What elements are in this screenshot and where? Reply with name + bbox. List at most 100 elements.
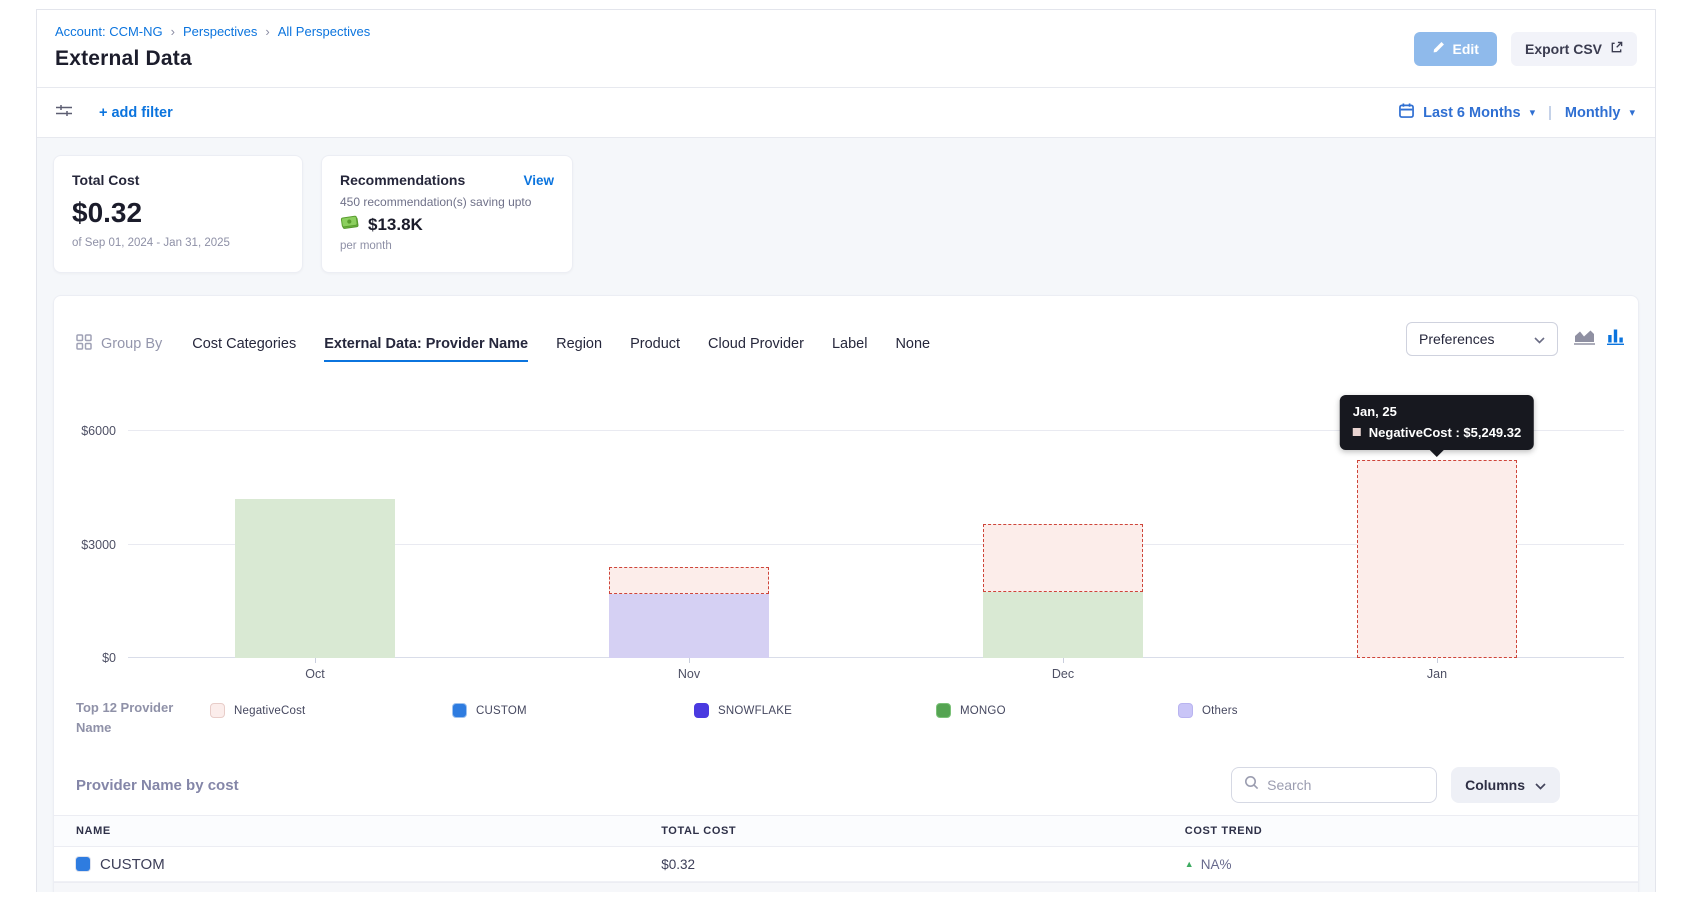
column-header[interactable]: TOTAL COST: [661, 825, 1185, 837]
legend-swatch: [1178, 703, 1193, 718]
total-cost-value: $0.32: [72, 197, 284, 229]
group-by-row: Group By Cost CategoriesExternal Data: P…: [54, 296, 1638, 362]
chart-legend: Top 12 Provider Name NegativeCost CUSTOM S…: [54, 686, 1638, 751]
recommendations-card: Recommendations View 450 recommendation(…: [321, 155, 573, 273]
recommendations-title: Recommendations: [340, 172, 465, 188]
breadcrumb-separator: ›: [265, 24, 269, 39]
legend-swatch: [694, 703, 709, 718]
breadcrumb-item[interactable]: Perspectives: [183, 24, 257, 39]
column-header[interactable]: NAME: [76, 825, 661, 837]
search-input[interactable]: [1267, 777, 1448, 793]
legend-items: NegativeCost CUSTOM SNOWFLAKE MONGO Others: [210, 698, 1616, 718]
date-range-dropdown[interactable]: Last 6 Months: [1423, 105, 1520, 121]
granularity-dropdown[interactable]: Monthly: [1565, 105, 1621, 121]
legend-item-label: SNOWFLAKE: [718, 705, 792, 717]
chart-bar-slot: [128, 386, 502, 658]
bar-segment-negativecost[interactable]: [983, 524, 1144, 592]
group-by-tab[interactable]: None: [895, 336, 930, 362]
x-axis-label: Oct: [128, 658, 502, 686]
view-recommendations-link[interactable]: View: [523, 173, 554, 188]
x-axis-label: Nov: [502, 658, 876, 686]
external-link-icon: [1610, 41, 1623, 57]
row-total-cost-cell: $0.32: [661, 857, 1185, 872]
legend-item-negativecost[interactable]: NegativeCost: [210, 703, 452, 718]
area-chart-icon[interactable]: [1574, 328, 1595, 350]
chart-bar-slot: [876, 386, 1250, 658]
chart-tooltip: Jan, 25NegativeCost : $5,249.32: [1340, 395, 1534, 450]
search-icon: [1244, 775, 1259, 795]
preferences-dropdown[interactable]: Preferences: [1406, 322, 1558, 356]
legend-swatch: [936, 703, 951, 718]
bar-segment-others[interactable]: [609, 594, 770, 658]
table-section-header: Provider Name by cost Columns: [54, 751, 1638, 815]
y-axis-tick-label: $3000: [81, 538, 116, 552]
legend-item-snowflake[interactable]: SNOWFLAKE: [694, 703, 936, 718]
bar-segment-negativecost[interactable]: [609, 567, 770, 594]
legend-item-others[interactable]: Others: [1178, 703, 1420, 718]
chart-x-labels: OctNovDecJan: [128, 658, 1624, 686]
trend-up-icon: ▲: [1185, 860, 1194, 869]
table-body: CUSTOM$0.32▲NA%: [54, 847, 1638, 882]
group-by-tab[interactable]: Cloud Provider: [708, 336, 804, 362]
x-axis-tick: [1437, 658, 1438, 663]
add-filter-button[interactable]: + add filter: [99, 105, 173, 121]
bar-segment-mongo[interactable]: [235, 499, 396, 658]
page-title: External Data: [55, 47, 370, 71]
recommendations-count: 450 recommendation(s) saving upto: [340, 195, 554, 209]
grid-icon: [76, 334, 92, 354]
legend-item-mongo[interactable]: MONGO: [936, 703, 1178, 718]
group-by-tab[interactable]: Region: [556, 336, 602, 362]
bar-segment-negativecost[interactable]: [1357, 460, 1518, 658]
legend-item-label: MONGO: [960, 705, 1006, 717]
summary-cards: Total Cost $0.32 of Sep 01, 2024 - Jan 3…: [53, 155, 1639, 273]
bar-chart-icon[interactable]: [1607, 328, 1624, 350]
columns-button[interactable]: Columns: [1451, 767, 1560, 803]
group-by-tab[interactable]: External Data: Provider Name: [324, 336, 528, 362]
cost-chart: $0$3000$6000Jan, 25NegativeCost : $5,249…: [76, 386, 1624, 686]
total-cost-card: Total Cost $0.32 of Sep 01, 2024 - Jan 3…: [53, 155, 303, 273]
content-area: Total Cost $0.32 of Sep 01, 2024 - Jan 3…: [37, 138, 1655, 892]
x-axis-label: Jan: [1250, 658, 1624, 686]
table-row[interactable]: CUSTOM$0.32▲NA%: [54, 847, 1638, 882]
table-footer-strip: [54, 882, 1638, 892]
legend-title: Top 12 Provider Name: [76, 698, 194, 737]
x-axis-label: Dec: [876, 658, 1250, 686]
x-axis-tick: [1063, 658, 1064, 663]
chevron-down-icon[interactable]: ▾: [1530, 106, 1536, 119]
filter-bar: + add filter Last 6 Months ▾ | Monthly ▾: [37, 88, 1655, 138]
table-section-title: Provider Name by cost: [76, 777, 239, 794]
legend-swatch: [210, 703, 225, 718]
tooltip-title: Jan, 25: [1353, 404, 1521, 419]
legend-item-label: Others: [1202, 705, 1238, 717]
total-cost-title: Total Cost: [72, 172, 284, 188]
group-by-tab[interactable]: Product: [630, 336, 680, 362]
breadcrumb-separator: ›: [171, 24, 175, 39]
bar-segment-mongo[interactable]: [983, 592, 1144, 658]
page-header: Account: CCM-NG › Perspectives › All Perspec…: [37, 10, 1655, 88]
breadcrumb-item[interactable]: Account: CCM-NG: [55, 24, 163, 39]
breadcrumb-item[interactable]: All Perspectives: [278, 24, 370, 39]
tooltip-series-swatch: [1353, 428, 1361, 436]
recommendations-per-month: per month: [340, 240, 554, 252]
y-axis-tick-label: $0: [102, 651, 116, 665]
group-by-tab[interactable]: Cost Categories: [192, 336, 296, 362]
header-left: Account: CCM-NG › Perspectives › All Perspec…: [55, 24, 370, 71]
chevron-down-icon[interactable]: ▾: [1629, 106, 1635, 119]
column-header[interactable]: COST TREND: [1185, 825, 1616, 837]
legend-item-label: CUSTOM: [476, 705, 527, 717]
row-cost-trend-cell: ▲NA%: [1185, 857, 1616, 872]
table-header-row: NAMETOTAL COSTCOST TREND: [54, 815, 1638, 847]
header-actions: Edit Export CSV: [1414, 24, 1637, 71]
edit-button[interactable]: Edit: [1414, 32, 1497, 66]
legend-item-custom[interactable]: CUSTOM: [452, 703, 694, 718]
chart-bar-slot: [502, 386, 876, 658]
export-csv-button[interactable]: Export CSV: [1511, 32, 1637, 66]
group-by-tab[interactable]: Label: [832, 336, 867, 362]
search-box[interactable]: [1231, 767, 1437, 803]
row-color-swatch: [76, 857, 90, 871]
breadcrumb: Account: CCM-NG › Perspectives › All Perspec…: [55, 24, 370, 39]
filter-sliders-icon[interactable]: [55, 103, 73, 123]
legend-item-label: NegativeCost: [234, 705, 305, 717]
app-frame: Account: CCM-NG › Perspectives › All Perspec…: [36, 9, 1656, 892]
divider: |: [1544, 105, 1556, 121]
